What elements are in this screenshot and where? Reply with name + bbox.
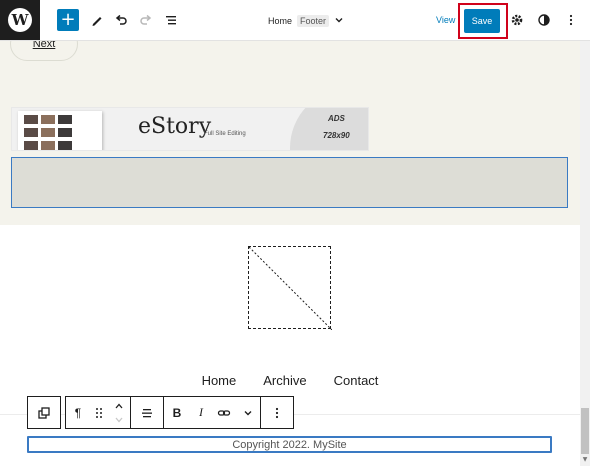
paragraph-icon[interactable]: ¶ — [66, 397, 90, 428]
ad-label: ADS — [328, 114, 345, 123]
gear-icon[interactable] — [506, 9, 528, 31]
wordpress-logo-glyph: W — [8, 8, 32, 32]
scroll-down-arrow-icon[interactable]: ▼ — [581, 456, 589, 464]
editor-header: W + Home Footer View Save — [0, 0, 590, 41]
title-home: Home — [268, 16, 293, 26]
view-button[interactable]: View — [436, 15, 455, 25]
drag-handle-icon[interactable] — [90, 397, 108, 428]
ad-thumbnail — [18, 111, 102, 150]
link-icon[interactable] — [212, 397, 236, 428]
nav-item-archive[interactable]: Archive — [263, 373, 306, 388]
undo-icon[interactable] — [110, 9, 132, 31]
ad-banner[interactable]: eStory Full Site Editing ADS 728x90 — [11, 107, 369, 151]
template-title[interactable]: Home Footer — [268, 13, 344, 29]
save-button[interactable]: Save — [464, 9, 500, 33]
block-toolbar: ¶ B I — [27, 396, 294, 429]
chevron-down-icon[interactable] — [236, 397, 260, 428]
toolbar-group-block: ¶ B I — [65, 396, 294, 429]
ad-size: 728x90 — [323, 131, 350, 140]
editor-canvas: Next eStory Full Site Editing ADS 728x90… — [0, 41, 580, 466]
add-block-button[interactable]: + — [57, 9, 79, 31]
move-down-icon[interactable] — [114, 413, 124, 427]
footer-navigation: Home Archive Contact — [0, 373, 580, 388]
selected-group-block[interactable] — [11, 157, 568, 208]
scrollbar-thumb[interactable] — [581, 408, 589, 454]
copyright-paragraph[interactable]: Copyright 2022. MySite — [27, 436, 552, 453]
list-view-icon[interactable] — [160, 9, 182, 31]
template-badge: Footer — [297, 15, 330, 27]
nav-item-home[interactable]: Home — [202, 373, 237, 388]
align-icon[interactable] — [131, 397, 163, 428]
toolbar-group-parent — [27, 396, 61, 429]
vertical-scrollbar[interactable]: ▼ — [580, 41, 590, 466]
ad-tagline: Full Site Editing — [204, 131, 246, 137]
bold-icon[interactable]: B — [164, 397, 190, 428]
more-vertical-icon[interactable] — [261, 397, 293, 428]
wordpress-logo-icon[interactable]: W — [0, 0, 40, 40]
move-buttons — [108, 397, 130, 428]
image-placeholder[interactable] — [248, 246, 332, 330]
pencil-icon[interactable] — [86, 9, 108, 31]
contrast-icon[interactable] — [533, 9, 555, 31]
move-up-icon[interactable] — [114, 399, 124, 413]
redo-icon[interactable] — [135, 9, 157, 31]
site-editor: W + Home Footer View Save Next eStory Fu… — [0, 0, 590, 466]
next-link[interactable]: Next — [10, 41, 78, 61]
ad-logo: eStory — [138, 114, 212, 139]
chevron-down-icon[interactable] — [334, 15, 344, 27]
nav-item-contact[interactable]: Contact — [334, 373, 379, 388]
content-section: Next eStory Full Site Editing ADS 728x90 — [0, 41, 580, 225]
italic-icon[interactable]: I — [190, 397, 212, 428]
more-vertical-icon[interactable] — [560, 9, 582, 31]
transform-icon[interactable] — [28, 397, 60, 428]
